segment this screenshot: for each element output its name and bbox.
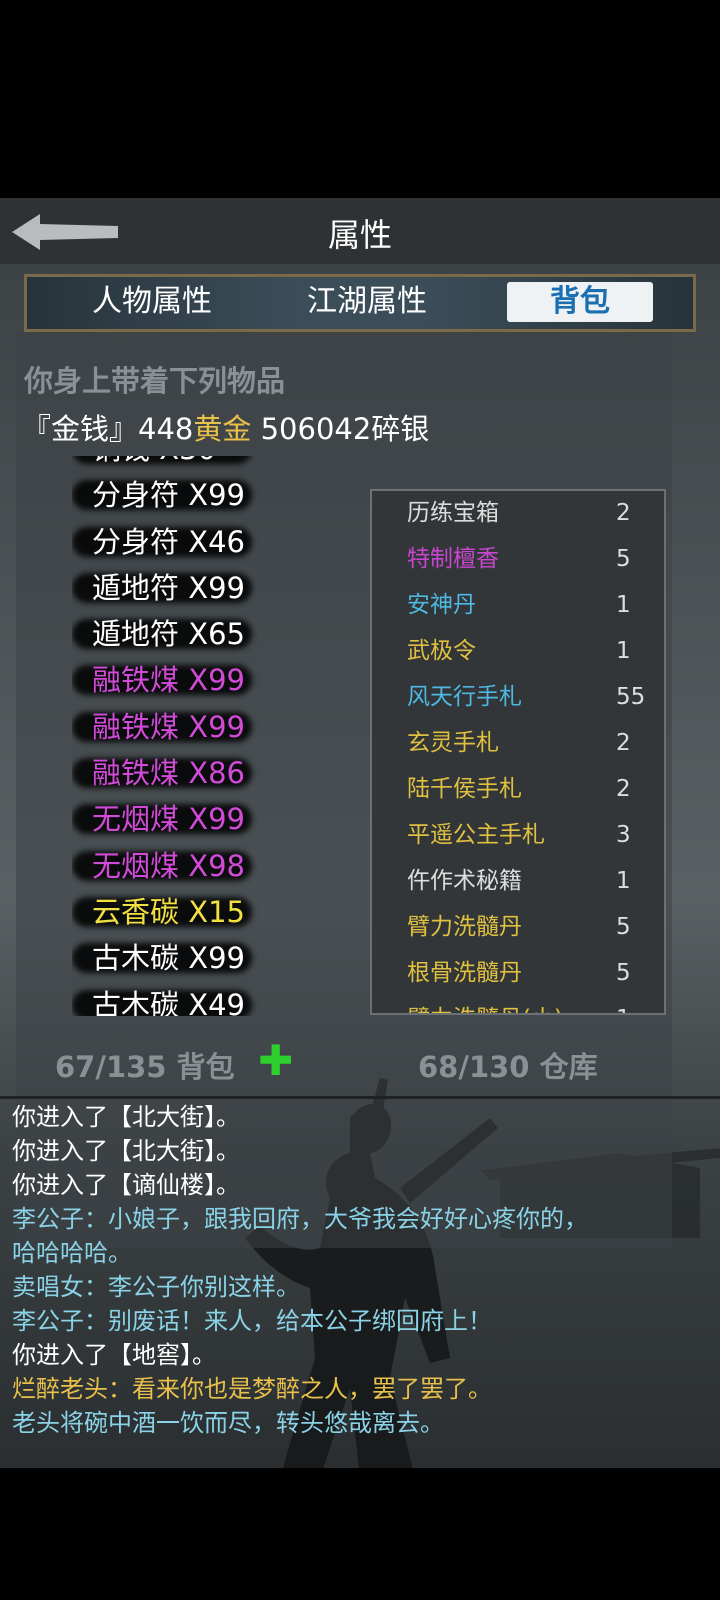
list-item[interactable]: 古木碳 X49 xyxy=(72,982,342,1016)
list-item[interactable]: 融铁煤 X86 xyxy=(72,750,342,796)
tab-jianghu-attributes[interactable]: 江湖属性 xyxy=(282,282,452,322)
page-title: 属性 xyxy=(327,216,392,254)
log-line: 你进入了【北大街】。 xyxy=(12,1137,240,1165)
log-line: 你进入了【北大街】。 xyxy=(12,1103,240,1131)
list-item[interactable]: 臂力洗髓丹 5 xyxy=(372,905,664,951)
header-bar: 属性 xyxy=(0,198,720,264)
list-item[interactable]: 平遥公主手札 3 xyxy=(372,813,664,859)
tab-character-attributes[interactable]: 人物属性 xyxy=(67,282,237,322)
list-item[interactable]: 云香碳 X15 xyxy=(72,889,342,935)
game-screen: 属性 人物属性 江湖属性 背包 你身上带着下列物品 『金钱』448黄金 5060… xyxy=(0,198,720,1468)
list-item[interactable]: 根骨洗髓丹 5 xyxy=(372,951,664,997)
list-item[interactable]: 分身符 X46 xyxy=(72,519,342,565)
log-line: 烂醉老头：看来你也是梦醉之人，罢了罢了。 xyxy=(12,1375,492,1403)
divider xyxy=(0,1096,720,1099)
list-item[interactable]: 无烟煤 X98 xyxy=(72,843,342,889)
tab-bar: 人物属性 江湖属性 背包 xyxy=(24,274,696,332)
expand-backpack-plus-icon[interactable]: ✚ xyxy=(258,1036,293,1085)
tab-backpack[interactable]: 背包 xyxy=(507,282,653,322)
message-log: 你进入了【北大街】。 你进入了【北大街】。 你进入了【谪仙楼】。 李公子：小娘子… xyxy=(12,1100,712,1440)
list-item[interactable]: 遁地符 X99 xyxy=(72,565,342,611)
log-line: 老头将碗中酒一饮而尽，转头悠哉离去。 xyxy=(12,1409,444,1437)
list-item[interactable]: 遁地符 X65 xyxy=(72,611,342,657)
log-line: 哈哈哈哈。 xyxy=(12,1239,132,1267)
list-item[interactable]: 融铁煤 X99 xyxy=(72,704,342,750)
list-item[interactable]: 臂力洗髓丹(小)1 xyxy=(372,997,664,1013)
list-item[interactable]: 无烟煤 X99 xyxy=(72,796,342,842)
money-prefix: 『金钱』448 xyxy=(22,412,194,446)
gold-label: 黄金 xyxy=(193,412,252,446)
list-item[interactable]: 古木碳 X99 xyxy=(72,935,342,981)
list-item[interactable]: 风天行手札 55 xyxy=(372,675,664,721)
log-line: 李公子：小娘子，跟我回府，大爷我会好好心疼你的， xyxy=(12,1205,588,1233)
special-items-list[interactable]: 历练宝箱 2 特制檀香 5 安神丹 1 武极令 1 风天行手札 55 玄灵手札 2 陆千侯手… xyxy=(370,489,666,1015)
log-line: 你进入了【谪仙楼】。 xyxy=(12,1171,240,1199)
list-item[interactable]: 分身符 X99 xyxy=(72,472,342,518)
storage-button[interactable]: 68/130 仓库 xyxy=(418,1044,598,1086)
money-line: 『金钱』448黄金 506042碎银 xyxy=(22,406,429,448)
list-item[interactable]: 玄灵手札 2 xyxy=(372,721,664,767)
inventory-heading: 你身上带着下列物品 xyxy=(24,364,286,398)
list-item[interactable]: 武极令 1 xyxy=(372,629,664,675)
list-item[interactable]: 安神丹 1 xyxy=(372,583,664,629)
log-line: 卖唱女：李公子你别这样。 xyxy=(12,1273,300,1301)
log-line: 李公子：别废话！来人，给本公子绑回府上！ xyxy=(12,1307,492,1335)
list-item[interactable]: 特制檀香 5 xyxy=(372,537,664,583)
money-silver: 506042碎银 xyxy=(251,412,430,446)
backpack-capacity: 67/135 背包 xyxy=(55,1050,235,1084)
list-item[interactable]: 仵作术秘籍 1 xyxy=(372,859,664,905)
list-item[interactable]: 融铁煤 X99 xyxy=(72,657,342,703)
log-line: 你进入了【地窖】。 xyxy=(12,1341,216,1369)
item-list[interactable]: 铜钱 X30 分身符 X99 分身符 X46 遁地符 X99 遁地符 X65 融… xyxy=(72,456,342,1016)
list-item[interactable]: 陆千侯手札 2 xyxy=(372,767,664,813)
list-item[interactable]: 历练宝箱 2 xyxy=(372,491,664,537)
list-item[interactable]: 铜钱 X30 xyxy=(72,456,342,472)
